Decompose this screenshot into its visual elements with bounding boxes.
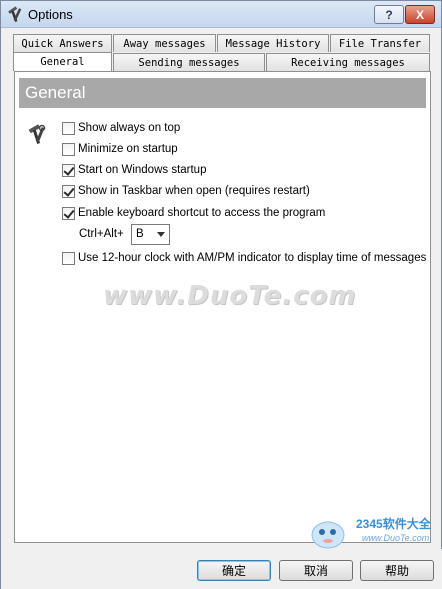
checkbox-icon[interactable] <box>62 251 75 265</box>
option-minimize-on-startup[interactable]: Minimize on startup <box>62 141 178 157</box>
mascot-icon <box>311 521 345 549</box>
title-bar: Options ? X <box>1 1 441 28</box>
section-title: General <box>19 78 426 108</box>
title-close-button[interactable]: X <box>405 5 435 24</box>
corner-logo: 2345软件大全 www.DuoTe.com <box>304 511 439 551</box>
option-label: Start on Windows startup <box>78 164 207 176</box>
dropdown-arrow-icon[interactable] <box>157 232 165 237</box>
tab-file-transfer[interactable]: File Transfer <box>330 34 430 52</box>
checkbox-icon[interactable] <box>62 184 75 198</box>
shortcut-key-value: B <box>136 228 144 240</box>
title-help-button[interactable]: ? <box>374 5 404 24</box>
help-button[interactable]: 帮助 <box>360 560 434 581</box>
tools-icon <box>28 124 46 144</box>
tab-strip: Quick Answers Away messages Message Hist… <box>1 31 442 73</box>
dialog-button-bar: 确定 取消 帮助 <box>1 549 442 589</box>
checkbox-icon[interactable] <box>62 121 75 135</box>
tab-message-history[interactable]: Message History <box>217 34 329 52</box>
shortcut-key-select[interactable]: B <box>131 224 170 245</box>
watermark-text: www.DuoTe.com <box>103 281 357 311</box>
logo-brand: 2345软件大全 <box>356 517 431 531</box>
ok-button[interactable]: 确定 <box>197 560 271 581</box>
window-title: Options <box>28 7 73 22</box>
app-tools-icon <box>8 6 22 22</box>
option-12-hour-clock[interactable]: Use 12-hour clock with AM/PM indicator t… <box>62 250 426 266</box>
cancel-button[interactable]: 取消 <box>279 560 353 581</box>
shortcut-label: Ctrl+Alt+ <box>79 228 124 240</box>
tab-quick-answers[interactable]: Quick Answers <box>13 34 112 52</box>
option-label: Show in Taskbar when open (requires rest… <box>78 185 310 197</box>
options-window: Options ? X Quick Answers Away messages … <box>0 0 442 589</box>
checkbox-icon[interactable] <box>62 206 75 220</box>
option-label: Show always on top <box>78 122 181 134</box>
checkbox-icon[interactable] <box>62 142 75 156</box>
option-show-in-taskbar[interactable]: Show in Taskbar when open (requires rest… <box>62 183 310 199</box>
tab-sending-messages[interactable]: Sending messages <box>113 53 265 71</box>
tab-away-messages[interactable]: Away messages <box>113 34 216 52</box>
tab-general[interactable]: General <box>13 52 112 71</box>
checkbox-icon[interactable] <box>62 163 75 177</box>
option-label: Enable keyboard shortcut to access the p… <box>78 207 326 219</box>
option-label: Minimize on startup <box>78 143 178 155</box>
option-start-on-windows-startup[interactable]: Start on Windows startup <box>62 162 206 178</box>
option-label: Use 12-hour clock with AM/PM indicator t… <box>78 252 427 264</box>
option-show-always-on-top[interactable]: Show always on top <box>62 120 180 136</box>
option-enable-keyboard-shortcut[interactable]: Enable keyboard shortcut to access the p… <box>62 205 325 221</box>
tab-receiving-messages[interactable]: Receiving messages <box>266 53 430 71</box>
logo-url: www.DuoTe.com <box>362 533 430 543</box>
